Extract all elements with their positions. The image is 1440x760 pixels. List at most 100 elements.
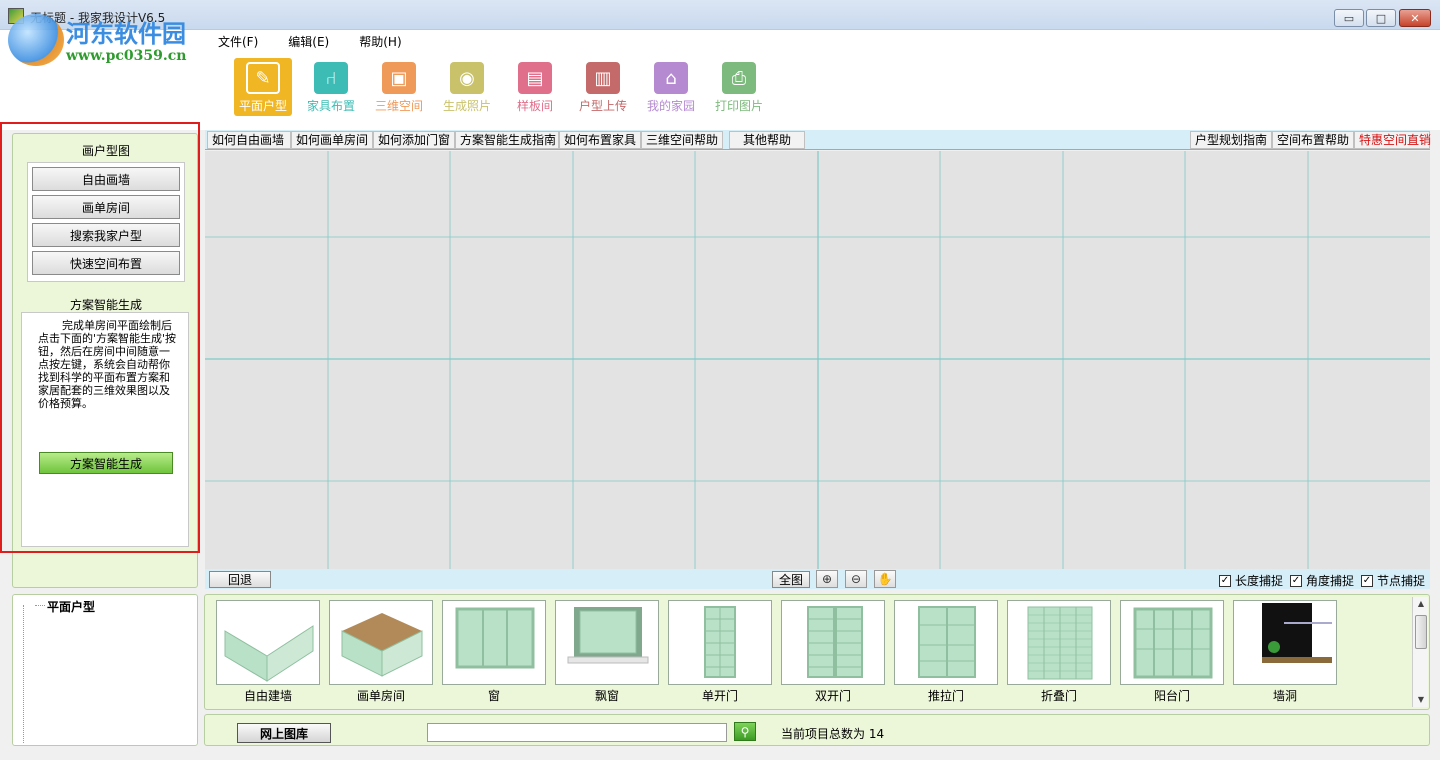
undo-button[interactable]: 回退 (209, 571, 271, 588)
camera-icon: ◉ (450, 62, 484, 94)
toolbar-label: 生成照片 (442, 99, 491, 113)
pencil-icon: ✎ (246, 62, 280, 94)
catalog-item[interactable]: 阳台门 (1120, 600, 1224, 704)
cube-icon: ▣ (382, 62, 416, 94)
catalog-item[interactable]: 窗 (442, 600, 546, 704)
room-thumbnail (329, 600, 433, 685)
menu-help[interactable]: 帮助(H) (359, 33, 401, 50)
angle-snap-checkbox[interactable]: ✓ 角度捕捉 (1290, 572, 1354, 589)
catalog-item[interactable]: 折叠门 (1007, 600, 1111, 704)
scroll-down-icon[interactable]: ▼ (1413, 693, 1429, 707)
toolbar-room-button[interactable]: ▤ 样板间 (506, 58, 564, 116)
online-library-button[interactable]: 网上图库 (237, 723, 331, 743)
toolbar-label: 平面户型 (238, 99, 287, 113)
toolbar-label: 三维空间 (374, 99, 423, 113)
catalog-item-label: 墙洞 (1272, 689, 1297, 703)
length-snap-checkbox[interactable]: ✓ 长度捕捉 (1219, 572, 1283, 589)
room-icon: ▤ (518, 62, 552, 94)
toolbar-chair-button[interactable]: ⑁ 家具布置 (302, 58, 360, 116)
minimize-button[interactable]: ▭ (1334, 9, 1364, 27)
zoom-in-icon[interactable]: ⊕ (816, 570, 838, 588)
node-snap-checkbox[interactable]: ✓ 节点捕捉 (1361, 572, 1425, 589)
quick-layout-button[interactable]: 快速空间布置 (32, 251, 180, 275)
free-wall-button[interactable]: 自由画墙 (32, 167, 180, 191)
help-tab-right[interactable]: 空间布置帮助 (1272, 131, 1354, 149)
toolbar-floppy-button[interactable]: ▥ 户型上传 (574, 58, 632, 116)
smart-gen-title: 方案智能生成 (69, 298, 142, 312)
scroll-thumb[interactable] (1415, 615, 1427, 649)
canvas-grid (205, 151, 1430, 569)
catalog-item[interactable]: 自由建墙 (216, 600, 320, 704)
scroll-up-icon[interactable]: ▲ (1413, 597, 1429, 611)
node-snap-box[interactable]: ✓ (1361, 574, 1373, 587)
maximize-button[interactable]: □ (1366, 9, 1396, 27)
help-tab[interactable]: 方案智能生成指南 (455, 131, 559, 149)
panel-title: 画户型图 (81, 144, 130, 158)
node-snap-label: 节点捕捉 (1377, 574, 1426, 588)
toolbar-camera-button[interactable]: ◉ 生成照片 (438, 58, 496, 116)
catalog-item-label: 自由建墙 (243, 689, 292, 703)
toolbar-cube-button[interactable]: ▣ 三维空间 (370, 58, 428, 116)
catalog-item[interactable]: 墙洞 (1233, 600, 1337, 704)
catalog-item-label: 单开门 (701, 689, 738, 703)
catalog-item[interactable]: 单开门 (668, 600, 772, 704)
smart-gen-description: 完成单房间平面绘制后点击下面的'方案智能生成'按钮，然后在房间中间随意一点按左键… (21, 312, 189, 547)
watermark-logo: 河东软件园 www.pc0359.cn (8, 12, 218, 72)
tree-branch (35, 605, 45, 606)
length-snap-label: 长度捕捉 (1235, 574, 1284, 588)
help-tab[interactable]: 如何布置家具 (559, 131, 641, 149)
single-room-button[interactable]: 画单房间 (32, 195, 180, 219)
help-tab-right[interactable]: 户型规划指南 (1190, 131, 1272, 149)
catalog-item[interactable]: 双开门 (781, 600, 885, 704)
toolbar-label: 样板间 (516, 99, 553, 113)
main-toolbar: ✎ 平面户型 ⑁ 家具布置 ▣ 三维空间 ◉ 生成照片 ▤ 样板间 ▥ 户型上传 ⌂ 我的家园 ⎙ 打印图片 (234, 58, 768, 116)
component-catalog: ▲ ▼ 自由建墙 画单房间 窗 飘窗 单开门 双开门 推拉门 折叠门 阳台门 墙洞 (204, 594, 1430, 710)
catalog-item[interactable]: 飘窗 (555, 600, 659, 704)
catalog-item[interactable]: 画单房间 (329, 600, 433, 704)
toolbar-label: 打印图片 (714, 99, 763, 113)
search-input[interactable] (427, 723, 727, 742)
close-button[interactable]: ✕ (1399, 9, 1431, 27)
angle-snap-box[interactable]: ✓ (1290, 574, 1302, 587)
folding-thumbnail (1007, 600, 1111, 685)
floppy-icon: ▥ (586, 62, 620, 94)
toolbar-label: 户型上传 (578, 99, 627, 113)
help-tab[interactable]: 如何添加门窗 (373, 131, 455, 149)
catalog-item[interactable]: 推拉门 (894, 600, 998, 704)
window-thumbnail (442, 600, 546, 685)
catalog-item-label: 画单房间 (356, 689, 405, 703)
fit-all-button[interactable]: 全图 (772, 571, 810, 588)
toolbar-pencil-button[interactable]: ✎ 平面户型 (234, 58, 292, 116)
toolbar-house-button[interactable]: ⌂ 我的家园 (642, 58, 700, 116)
drawing-canvas[interactable] (205, 151, 1430, 569)
tree-connector (23, 605, 24, 743)
tree-root-item[interactable]: 平面户型 (47, 598, 95, 615)
draw-buttons-box: 自由画墙 画单房间 搜索我家户型 快速空间布置 (27, 162, 185, 282)
toolbar-printer-button[interactable]: ⎙ 打印图片 (710, 58, 768, 116)
catalog-scrollbar[interactable]: ▲ ▼ (1412, 597, 1428, 707)
pan-hand-icon[interactable]: ✋ (874, 570, 896, 588)
house-icon: ⌂ (654, 62, 688, 94)
menu-file[interactable]: 文件(F) (218, 33, 258, 50)
help-tab[interactable]: 其他帮助 (729, 131, 805, 149)
help-tab[interactable]: 如何自由画墙 (207, 131, 291, 149)
help-tab[interactable]: 三维空间帮助 (641, 131, 723, 149)
door1-thumbnail (668, 600, 772, 685)
toolbar-label: 我的家园 (646, 99, 695, 113)
floorplan-panel: 画户型图 自由画墙 画单房间 搜索我家户型 快速空间布置 方案智能生成 完成单房… (12, 133, 198, 588)
search-floorplan-button[interactable]: 搜索我家户型 (32, 223, 180, 247)
watermark-url-text: www.pc0359.cn (66, 48, 187, 64)
chair-icon: ⑁ (314, 62, 348, 94)
watermark-emblem-icon (8, 14, 64, 66)
search-go-icon[interactable]: ⚲ (734, 722, 756, 741)
help-tab-right[interactable]: 特惠空间直销 (1354, 131, 1431, 149)
hole-thumbnail (1233, 600, 1337, 685)
help-tab[interactable]: 如何画单房间 (291, 131, 373, 149)
zoom-out-icon[interactable]: ⊖ (845, 570, 867, 588)
length-snap-box[interactable]: ✓ (1219, 574, 1231, 587)
smart-generate-button[interactable]: 方案智能生成 (39, 452, 173, 474)
canvas-status-bar: 回退 全图 ⊕ ⊖ ✋ ✓ 长度捕捉 ✓ 角度捕捉 ✓ 节点捕捉 (205, 569, 1430, 589)
wall-thumbnail (216, 600, 320, 685)
menu-edit[interactable]: 编辑(E) (288, 33, 329, 50)
menu-bar: 文件(F) 编辑(E) 帮助(H) (218, 33, 402, 50)
